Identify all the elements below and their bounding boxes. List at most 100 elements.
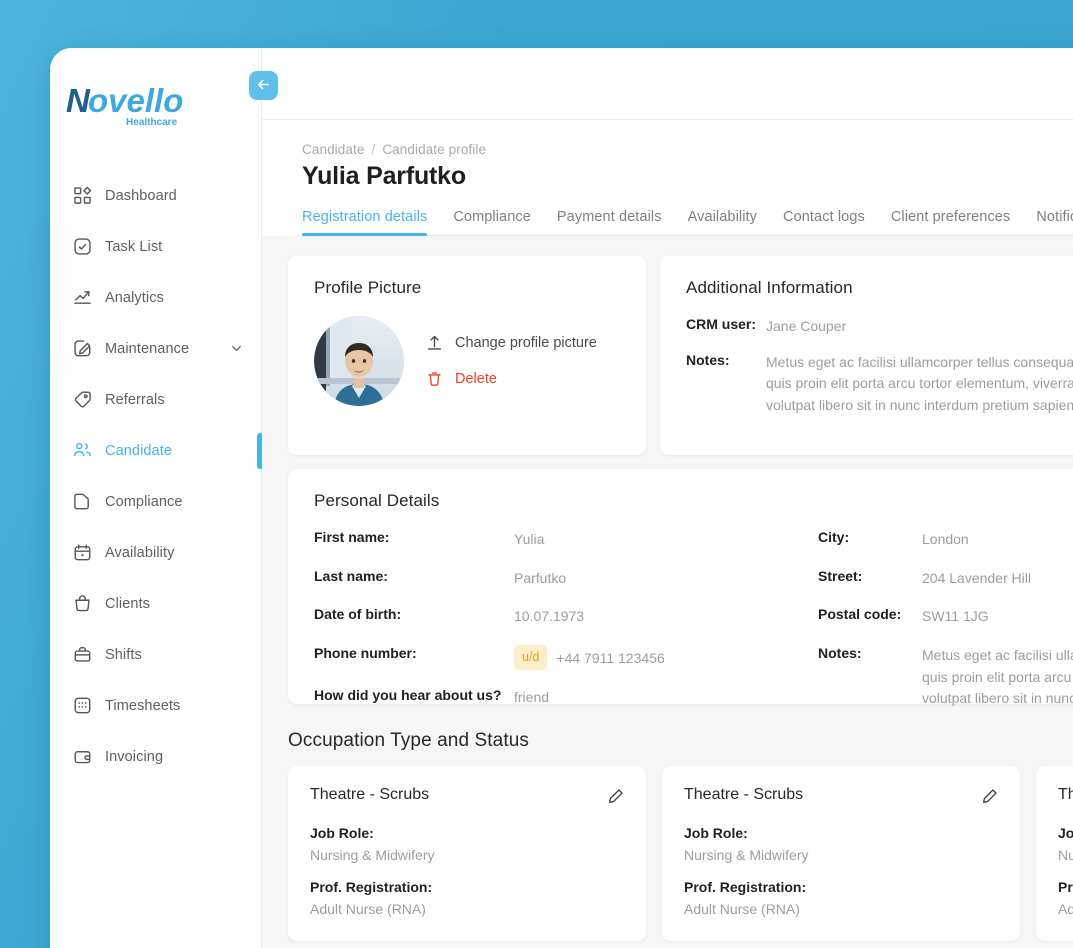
- users-icon: [72, 441, 92, 461]
- address-notes-label: Notes:: [818, 645, 862, 662]
- phone-number-value: +44 7911 123456: [556, 650, 665, 667]
- sidebar-item-referrals[interactable]: Referrals: [50, 374, 261, 425]
- prof-registration-value: Adult Nurse (RNA): [684, 901, 800, 917]
- tab-notification[interactable]: Notification: [1036, 209, 1073, 235]
- prof-registration-field: Prof. Registration: Adult Nurse (RNA): [310, 879, 624, 917]
- date-of-birth-field: Date of birth: 10.07.1973: [314, 606, 794, 628]
- document-icon: [72, 492, 92, 512]
- profile-picture-actions: Change profile picture Delete: [426, 335, 597, 388]
- back-button[interactable]: [249, 71, 278, 100]
- job-role-field: Job Role: Nursing & Midwifery: [1058, 825, 1073, 863]
- notes-line: Metus eget ac facilisi ullamcorp: [922, 647, 1073, 664]
- tab-client-preferences[interactable]: Client preferences: [891, 209, 1010, 235]
- first-name-label: First name:: [314, 529, 390, 545]
- sidebar-item-timesheets[interactable]: Timesheets: [50, 680, 261, 731]
- change-profile-picture-button[interactable]: Change profile picture: [426, 335, 597, 352]
- prof-registration-field: Prof. Registration: Adult Nurse (RNA): [684, 879, 998, 917]
- prof-registration-label: Prof. Registration:: [684, 879, 807, 895]
- job-role-label: Job Role:: [310, 825, 374, 841]
- prof-registration-value: Adult Nurse (RNA): [310, 901, 426, 917]
- occupation-card: Theatre - Scrubs Job Role: Nursing & Mid…: [1036, 766, 1073, 941]
- occupation-name: Theatre - Scrubs: [684, 786, 804, 803]
- date-of-birth-value: 10.07.1973: [514, 608, 585, 625]
- sidebar-item-dashboard[interactable]: Dashboard: [50, 170, 261, 221]
- crm-user-value: Jane Couper: [766, 318, 847, 334]
- notes-line: volutpat libero sit in nunc interdu: [922, 690, 1073, 707]
- additional-notes-field: Notes: Metus eget ac facilisi ullamcorpe…: [686, 352, 1073, 417]
- pencil-icon[interactable]: [608, 788, 624, 809]
- sidebar-item-clients[interactable]: Clients: [50, 578, 261, 629]
- prof-registration-field: Prof. Registration: Adult Nurse (RNA): [1058, 879, 1073, 917]
- tag-icon: [72, 390, 92, 410]
- sidebar-item-candidate[interactable]: Candidate: [50, 425, 262, 476]
- maintenance-icon: [72, 339, 92, 359]
- postal-code-field: Postal code: SW11 1JG: [818, 606, 1073, 628]
- sidebar-item-label: Task List: [105, 238, 163, 255]
- street-field: Street: 204 Lavender Hill: [818, 568, 1073, 590]
- sidebar-item-maintenance[interactable]: Maintenance: [50, 323, 261, 374]
- sidebar: N ovello Healthcare Dashboard Task List …: [50, 48, 262, 948]
- svg-text:Healthcare: Healthcare: [126, 117, 178, 128]
- tab-availability[interactable]: Availability: [688, 209, 757, 235]
- personal-details-left-column: First name: Yulia Last name: Parfutko Da…: [314, 529, 794, 727]
- tab-payment-details[interactable]: Payment details: [557, 209, 662, 235]
- analytics-icon: [72, 288, 92, 308]
- change-profile-picture-label: Change profile picture: [455, 335, 597, 351]
- job-role-label: Job Role:: [684, 825, 748, 841]
- prof-registration-label: Prof. Registration:: [310, 879, 433, 895]
- job-role-field: Job Role: Nursing & Midwifery: [684, 825, 998, 863]
- profile-picture-card: Profile Picture Change profile picture D…: [288, 256, 646, 455]
- sidebar-item-shifts[interactable]: Shifts: [50, 629, 261, 680]
- delete-profile-picture-button[interactable]: Delete: [426, 371, 597, 388]
- breadcrumb-parent[interactable]: Candidate: [302, 142, 364, 157]
- page-title: Yulia Parfutko: [302, 162, 466, 190]
- occupation-section-title: Occupation Type and Status: [288, 730, 529, 751]
- bag-icon: [72, 594, 92, 614]
- avatar: [314, 316, 404, 406]
- breadcrumb-current[interactable]: Candidate profile: [382, 142, 486, 157]
- crm-user-label: CRM user:: [686, 316, 757, 332]
- chevron-down-icon[interactable]: [229, 342, 243, 356]
- page-header: Candidate / Candidate profile Yulia Parf…: [262, 120, 1073, 236]
- task-list-icon: [72, 237, 92, 257]
- additional-information-title: Additional Information: [686, 278, 853, 297]
- calendar-icon: [72, 543, 92, 563]
- novello-logo-icon: N ovello Healthcare: [66, 82, 183, 128]
- pencil-icon[interactable]: [982, 788, 998, 809]
- notes-line: Metus eget ac facilisi ullamcorper tellu…: [766, 353, 1073, 370]
- active-indicator-bar: [257, 433, 262, 469]
- notes-line: volutpat libero sit in nunc interdum pre…: [766, 397, 1073, 414]
- sidebar-item-label: Maintenance: [105, 340, 190, 357]
- page-scroll-area[interactable]: Candidate / Candidate profile Yulia Parf…: [262, 120, 1073, 948]
- personal-details-right-column: City: London Street: 204 Lavender Hill P…: [794, 529, 1073, 727]
- sidebar-item-label: Shifts: [105, 646, 142, 663]
- occupation-cards-row: Theatre - Scrubs Job Role: Nursing & Mid…: [288, 766, 1073, 941]
- postal-code-label: Postal code:: [818, 606, 902, 623]
- tab-bar: Registration details Compliance Payment …: [302, 209, 1073, 236]
- tab-registration-details[interactable]: Registration details: [302, 209, 428, 236]
- sidebar-item-label: Analytics: [105, 289, 164, 306]
- sidebar-item-invoicing[interactable]: Invoicing: [50, 731, 261, 782]
- sidebar-item-analytics[interactable]: Analytics: [50, 272, 261, 323]
- personal-details-card: Personal Details First name: Yulia Last …: [288, 469, 1073, 706]
- sidebar-item-label: Compliance: [105, 493, 183, 510]
- street-label: Street:: [818, 567, 863, 584]
- tab-compliance[interactable]: Compliance: [453, 209, 531, 235]
- sidebar-item-availability[interactable]: Availability: [50, 527, 261, 578]
- sidebar-item-compliance[interactable]: Compliance: [50, 476, 261, 527]
- phone-number-label: Phone number:: [314, 645, 417, 662]
- sidebar-item-label: Clients: [105, 595, 151, 612]
- sidebar-item-label: Timesheets: [105, 697, 181, 714]
- sidebar-item-task-list[interactable]: Task List: [50, 221, 261, 272]
- additional-notes-value: Metus eget ac facilisi ullamcorper tellu…: [766, 352, 1073, 417]
- job-role-field: Job Role: Nursing & Midwifery: [310, 825, 624, 863]
- first-name-value: Yulia: [514, 531, 545, 547]
- occupation-name: Theatre - Scrubs: [310, 786, 430, 803]
- tab-contact-logs[interactable]: Contact logs: [783, 209, 865, 235]
- personal-details-title: Personal Details: [314, 491, 440, 510]
- brand-logo[interactable]: N ovello Healthcare: [50, 72, 261, 146]
- sidebar-nav: Dashboard Task List Analytics Maintenanc…: [50, 170, 262, 782]
- occupation-card: Theatre - Scrubs Job Role: Nursing & Mid…: [288, 766, 646, 941]
- job-role-label: Job Role:: [1058, 825, 1073, 841]
- dashboard-icon: [72, 186, 92, 206]
